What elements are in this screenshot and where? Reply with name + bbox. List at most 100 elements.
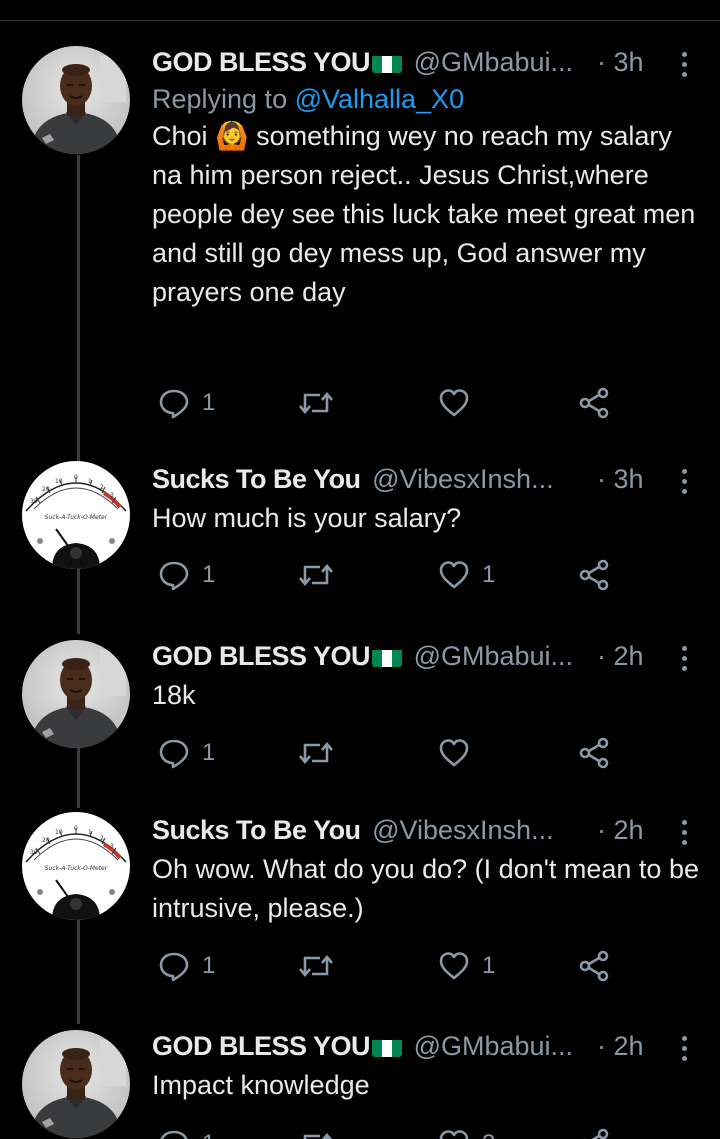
reply-count: 1: [202, 1130, 215, 1139]
retweet-icon: [298, 387, 334, 419]
nigeria-flag-icon: [372, 51, 402, 73]
retweet-button[interactable]: [298, 946, 334, 986]
like-count: 1: [482, 952, 496, 979]
reply-button[interactable]: 1: [158, 946, 215, 986]
person-avatar-image: [22, 46, 130, 154]
avatar[interactable]: [22, 640, 130, 748]
avatar[interactable]: [22, 46, 130, 154]
reply-count: 1: [202, 952, 216, 979]
retweet-icon: [298, 737, 334, 769]
person-avatar-image: [22, 1030, 130, 1138]
reply-icon: [158, 559, 190, 591]
reply-button[interactable]: 1: [158, 555, 215, 595]
reply-count: 1: [202, 739, 216, 766]
retweet-icon: [298, 950, 334, 982]
replying-to: Replying to @Valhalla_X0: [152, 84, 700, 115]
share-button[interactable]: [578, 1124, 610, 1139]
user-handle[interactable]: @VibesxInsh...: [372, 464, 554, 494]
tweet-text: Choi 🙆 something wey no reach my salary …: [152, 117, 700, 312]
like-button[interactable]: 2: [438, 1124, 495, 1139]
user-handle[interactable]: @GMbabui...: [414, 1031, 573, 1061]
person-avatar-image: [22, 640, 130, 748]
like-count: 1: [482, 561, 496, 588]
tweet-actions: 1 1: [158, 946, 638, 986]
reply-button[interactable]: 1: [158, 1124, 215, 1139]
more-options-icon[interactable]: [682, 820, 688, 850]
heart-icon: [438, 737, 470, 769]
like-button[interactable]: [438, 733, 482, 773]
avatar[interactable]: [22, 812, 130, 920]
share-button[interactable]: [578, 383, 610, 423]
share-icon: [578, 387, 610, 419]
nigeria-flag-icon: [372, 1035, 402, 1057]
reply-button[interactable]: 1: [158, 383, 215, 423]
replying-to-label: Replying to: [152, 84, 295, 114]
user-handle[interactable]: @VibesxInsh...: [372, 815, 554, 845]
share-button[interactable]: [578, 733, 610, 773]
timestamp[interactable]: · 2h: [597, 1028, 644, 1064]
tweet-text: 18k: [152, 680, 196, 710]
heart-icon: [438, 1128, 470, 1139]
like-button[interactable]: [438, 383, 482, 423]
tweet-actions: 1 2: [158, 1124, 638, 1139]
reply-button[interactable]: 1: [158, 733, 215, 773]
thread-line: [77, 568, 80, 634]
reply-count: 1: [202, 561, 216, 588]
more-options-icon[interactable]: [682, 469, 688, 499]
share-button[interactable]: [578, 946, 610, 986]
display-name[interactable]: GOD BLESS YOU: [152, 1031, 371, 1061]
nigeria-flag-icon: [372, 645, 402, 667]
timestamp[interactable]: · 3h: [597, 44, 644, 80]
avatar[interactable]: [22, 461, 130, 569]
share-icon: [578, 737, 610, 769]
reply-icon: [158, 950, 190, 982]
like-button[interactable]: 1: [438, 946, 495, 986]
share-button[interactable]: [578, 555, 610, 595]
meter-avatar-image: [22, 812, 130, 920]
more-options-icon[interactable]: [682, 52, 688, 82]
like-count: 2: [482, 1130, 495, 1139]
more-options-icon[interactable]: [682, 1036, 688, 1066]
person-gesturing-ok-emoji-icon: 🙆: [215, 121, 249, 152]
display-name[interactable]: GOD BLESS YOU: [152, 641, 371, 671]
reply-icon: [158, 1128, 190, 1139]
share-icon: [578, 950, 610, 982]
retweet-button[interactable]: [298, 555, 334, 595]
reply-icon: [158, 737, 190, 769]
tweet-text: Oh wow. What do you do? (I don't mean to…: [152, 854, 699, 923]
timestamp[interactable]: · 2h: [597, 812, 644, 848]
replying-to-link[interactable]: @Valhalla_X0: [295, 84, 465, 114]
display-name[interactable]: Sucks To Be You: [152, 815, 361, 845]
retweet-icon: [298, 559, 334, 591]
thread-line: [77, 746, 80, 808]
tweet-text: How much is your salary?: [152, 503, 462, 533]
avatar[interactable]: [22, 1030, 130, 1138]
timestamp[interactable]: · 3h: [597, 461, 644, 497]
heart-icon: [438, 387, 470, 419]
reply-count: 1: [202, 389, 216, 416]
like-button[interactable]: 1: [438, 555, 495, 595]
more-options-icon[interactable]: [682, 646, 688, 676]
retweet-button[interactable]: [298, 383, 334, 423]
retweet-button[interactable]: [298, 1124, 334, 1139]
thread-line: [77, 912, 80, 1024]
user-handle[interactable]: @GMbabui...: [414, 47, 573, 77]
display-name[interactable]: Sucks To Be You: [152, 464, 361, 494]
heart-icon: [438, 950, 470, 982]
user-handle[interactable]: @GMbabui...: [414, 641, 573, 671]
tweet-actions: 1 1: [158, 555, 638, 595]
top-divider: [0, 20, 720, 21]
retweet-button[interactable]: [298, 733, 334, 773]
meter-avatar-image: [22, 461, 130, 569]
timestamp[interactable]: · 2h: [597, 638, 644, 674]
tweet-actions: 1: [158, 733, 638, 773]
tweet-text-part: Choi: [152, 121, 216, 151]
tweet-actions: 1: [158, 383, 638, 423]
heart-icon: [438, 559, 470, 591]
thread-line: [77, 155, 80, 461]
share-icon: [578, 559, 610, 591]
share-icon: [578, 1128, 610, 1139]
retweet-icon: [298, 1128, 334, 1139]
reply-icon: [158, 387, 190, 419]
display-name[interactable]: GOD BLESS YOU: [152, 47, 371, 77]
